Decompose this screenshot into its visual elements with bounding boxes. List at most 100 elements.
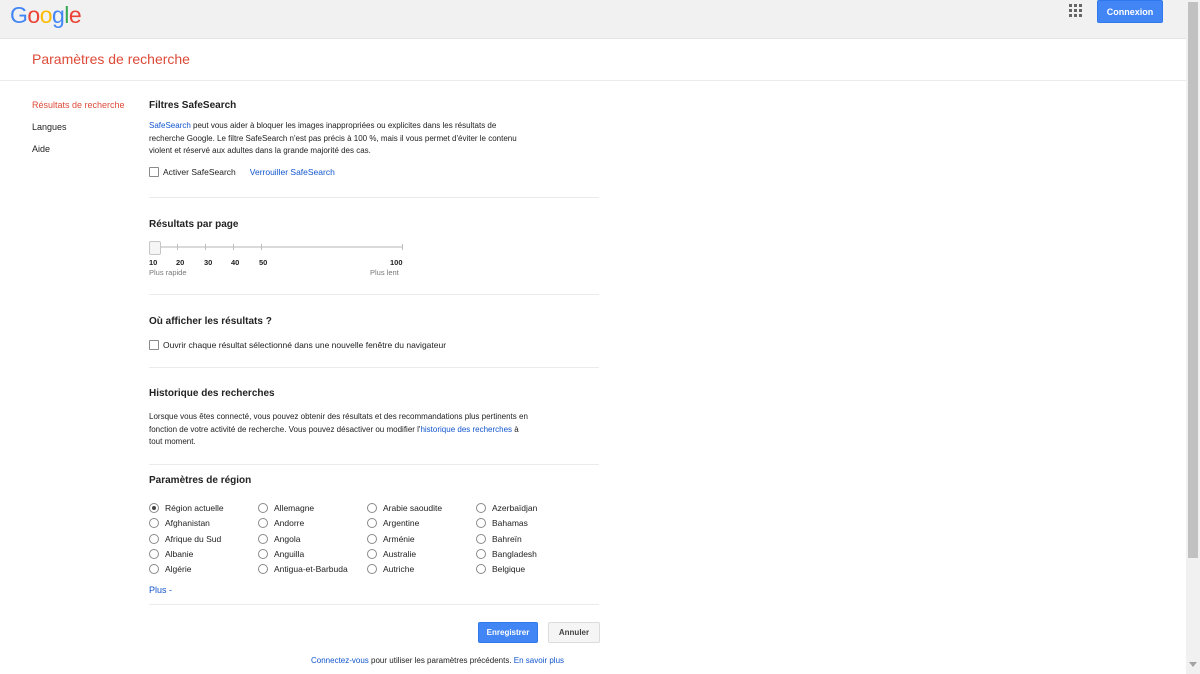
region-label[interactable]: Antigua-et-Barbuda [274, 564, 348, 574]
region-option[interactable]: Bahamas [476, 518, 528, 529]
region-radio[interactable] [149, 533, 159, 544]
new-window-checkbox[interactable] [149, 340, 159, 350]
region-radio[interactable] [367, 518, 377, 529]
region-radio[interactable] [258, 518, 268, 529]
region-radio[interactable] [367, 533, 377, 544]
slider-tick[interactable] [177, 244, 178, 250]
footer-signin-link[interactable]: Connectez-vous [311, 656, 369, 665]
region-option[interactable]: Andorre [258, 518, 304, 529]
region-label[interactable]: Allemagne [274, 503, 314, 513]
region-radio[interactable] [476, 518, 486, 529]
sidebar-item-languages[interactable]: Langues [32, 122, 125, 132]
safesearch-checkbox[interactable] [149, 166, 159, 177]
region-radio[interactable] [258, 564, 268, 575]
slider-tick[interactable] [402, 244, 403, 250]
results-slider[interactable]: 10 20 30 40 50 100 Plus rapide Plus lent [149, 241, 409, 286]
section-divider [149, 464, 599, 465]
google-logo[interactable]: Google [10, 2, 82, 29]
region-radio[interactable] [149, 518, 159, 529]
section-divider [149, 197, 599, 198]
region-label[interactable]: Afghanistan [165, 518, 210, 528]
new-window-checkbox-label[interactable]: Ouvrir chaque résultat sélectionné dans … [163, 340, 446, 350]
region-option[interactable]: Région actuelle [149, 503, 224, 513]
region-label[interactable]: Bahamas [492, 518, 528, 528]
region-option[interactable]: Autriche [367, 564, 414, 575]
region-option[interactable]: Argentine [367, 518, 419, 529]
slider-track[interactable] [149, 246, 402, 248]
region-option[interactable]: Arabie saoudite [367, 503, 442, 513]
cancel-button[interactable]: Annuler [548, 622, 600, 643]
region-radio[interactable] [258, 548, 268, 559]
logo-letter: g [51, 2, 65, 28]
region-option[interactable]: Belgique [476, 564, 525, 575]
region-radio[interactable] [476, 533, 486, 544]
signin-button[interactable]: Connexion [1097, 0, 1163, 23]
region-label[interactable]: Autriche [383, 564, 414, 574]
safesearch-checkbox-label[interactable]: Activer SafeSearch [163, 167, 236, 177]
history-line3: tout moment. [149, 437, 196, 446]
region-label[interactable]: Arménie [383, 534, 415, 544]
region-option[interactable]: Bahreïn [476, 533, 522, 544]
region-label[interactable]: Belgique [492, 564, 525, 574]
slider-slower-caption: Plus lent [370, 268, 399, 277]
region-label[interactable]: Australie [383, 549, 416, 559]
region-option[interactable]: Antigua-et-Barbuda [258, 564, 348, 575]
region-option[interactable]: Allemagne [258, 503, 314, 513]
region-option[interactable]: Bangladesh [476, 548, 537, 559]
region-option[interactable]: Anguilla [258, 548, 304, 559]
region-option[interactable]: Afghanistan [149, 518, 210, 529]
region-option[interactable]: Australie [367, 548, 416, 559]
region-radio[interactable] [476, 503, 486, 513]
region-option[interactable]: Angola [258, 533, 300, 544]
region-label[interactable]: Angola [274, 534, 300, 544]
more-regions-link[interactable]: Plus - [149, 585, 172, 595]
region-option[interactable]: Arménie [367, 533, 415, 544]
save-button[interactable]: Enregistrer [478, 622, 538, 643]
region-label[interactable]: Azerbaïdjan [492, 503, 537, 513]
region-label[interactable]: Arabie saoudite [383, 503, 442, 513]
region-label[interactable]: Afrique du Sud [165, 534, 221, 544]
region-option[interactable]: Azerbaïdjan [476, 503, 537, 513]
page-scrollbar[interactable] [1186, 0, 1200, 674]
learn-more-link[interactable]: En savoir plus [514, 656, 564, 665]
region-radio[interactable] [258, 533, 268, 544]
sidebar-item-search-results[interactable]: Résultats de recherche [32, 100, 125, 110]
scroll-down-arrow-icon[interactable] [1189, 662, 1197, 667]
slider-tick-label: 50 [259, 258, 268, 267]
slider-tick[interactable] [261, 244, 262, 250]
sidebar: Résultats de recherche Langues Aide [32, 100, 125, 166]
region-radio[interactable] [367, 548, 377, 559]
region-radio[interactable] [149, 548, 159, 559]
region-radio[interactable] [258, 503, 268, 513]
region-label[interactable]: Bangladesh [492, 549, 537, 559]
region-option[interactable]: Afrique du Sud [149, 533, 221, 544]
region-radio[interactable] [149, 503, 159, 513]
region-radio[interactable] [367, 564, 377, 575]
region-radio[interactable] [149, 564, 159, 575]
region-option[interactable]: Albanie [149, 548, 193, 559]
region-label[interactable]: Algérie [165, 564, 191, 574]
region-label[interactable]: Albanie [165, 549, 193, 559]
region-radio[interactable] [476, 548, 486, 559]
region-label[interactable]: Anguilla [274, 549, 304, 559]
lock-safesearch-link[interactable]: Verrouiller SafeSearch [250, 167, 335, 177]
slider-handle[interactable] [149, 241, 161, 255]
region-option[interactable]: Algérie [149, 564, 191, 575]
slider-tick[interactable] [233, 244, 234, 250]
region-label[interactable]: Bahreïn [492, 534, 522, 544]
apps-grid-icon[interactable] [1069, 4, 1082, 17]
region-label[interactable]: Région actuelle [165, 503, 224, 513]
sidebar-item-help[interactable]: Aide [32, 144, 125, 154]
slider-tick[interactable] [205, 244, 206, 250]
top-bar: Google Connexion [0, 0, 1186, 39]
region-label[interactable]: Andorre [274, 518, 304, 528]
slider-tick-label: 10 [149, 258, 158, 267]
region-label[interactable]: Argentine [383, 518, 419, 528]
open-results-title: Où afficher les résultats ? [149, 316, 272, 327]
slider-tick-label: 100 [390, 258, 403, 267]
search-history-link[interactable]: historique des recherches [420, 425, 512, 434]
safesearch-link[interactable]: SafeSearch [149, 121, 191, 130]
scrollbar-thumb[interactable] [1188, 2, 1198, 558]
region-radio[interactable] [476, 564, 486, 575]
region-radio[interactable] [367, 503, 377, 513]
